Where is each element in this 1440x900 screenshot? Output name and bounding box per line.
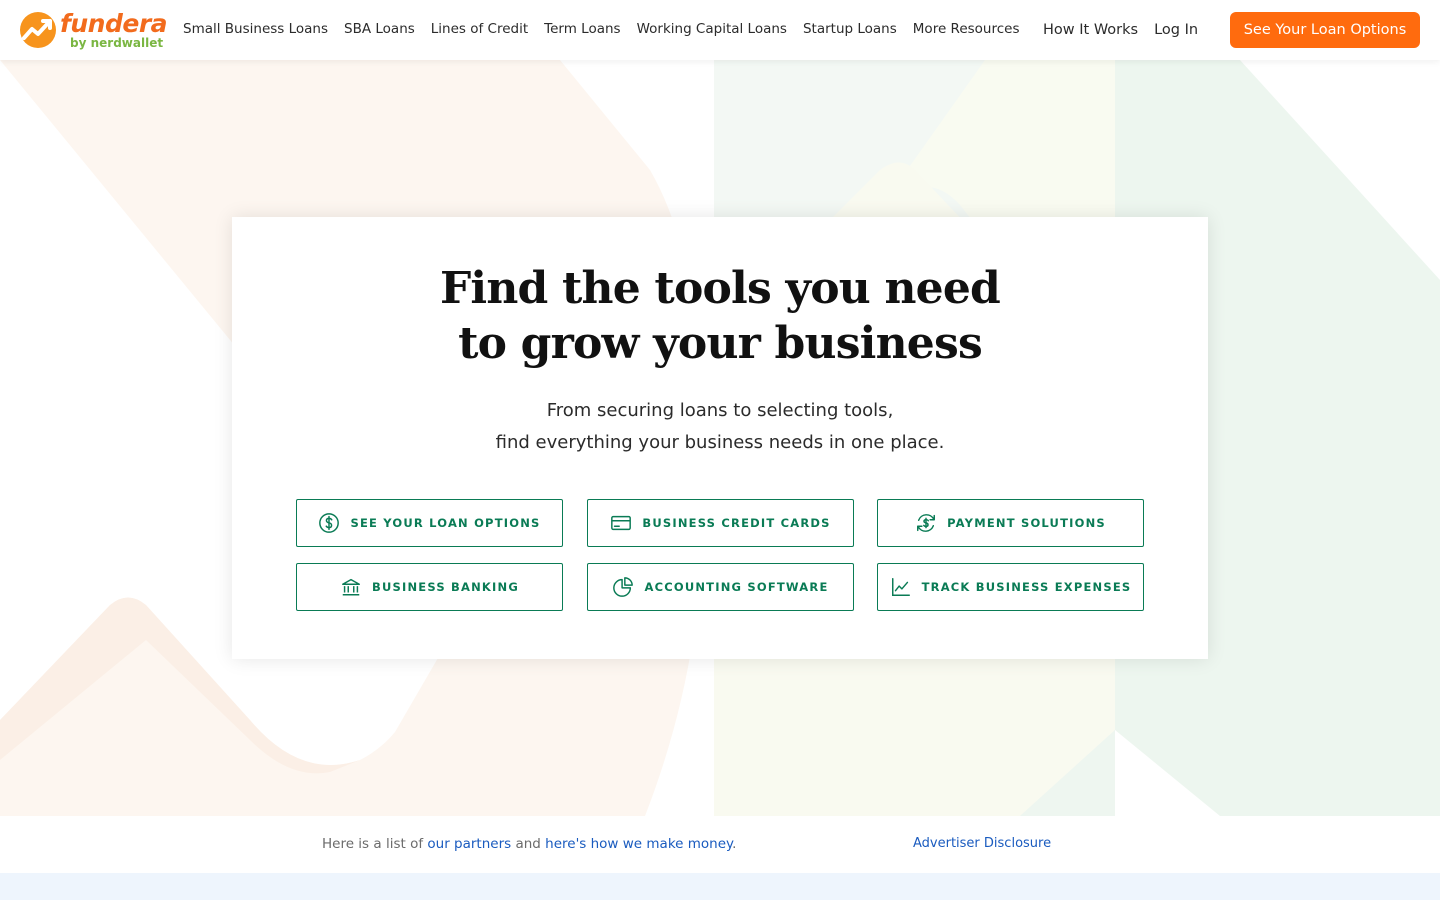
bottom-band [0,873,1440,900]
nav-sba-loans[interactable]: SBA Loans [344,21,415,37]
button-label: ACCOUNTING SOFTWARE [644,580,829,594]
accounting-software-button[interactable]: ACCOUNTING SOFTWARE [587,563,854,611]
page-subtitle: From securing loans to selecting tools, … [232,395,1208,459]
button-label: SEE YOUR LOAN OPTIONS [350,516,541,530]
subtitle-line-1: From securing loans to selecting tools, [546,400,894,421]
partners-disclosure-text: Here is a list of our partners and here'… [322,836,736,852]
how-we-make-money-link[interactable]: here's how we make money [545,836,732,852]
track-business-expenses-button[interactable]: TRACK BUSINESS EXPENSES [877,563,1144,611]
nav-term-loans[interactable]: Term Loans [544,21,620,37]
disclosure-suffix: . [732,836,737,852]
payment-solutions-button[interactable]: PAYMENT SOLUTIONS [877,499,1144,547]
logo-subtext: by nerdwallet [70,36,164,50]
log-in-link[interactable]: Log In [1154,22,1198,38]
bank-icon [342,578,360,596]
business-credit-cards-button[interactable]: BUSINESS CREDIT CARDS [587,499,854,547]
disclosure-bar: Here is a list of our partners and here'… [0,816,1440,873]
our-partners-link[interactable]: our partners [427,836,511,852]
dollar-cycle-icon [917,514,936,532]
line-chart-icon [891,578,910,596]
nav-lines-of-credit[interactable]: Lines of Credit [431,21,528,37]
subtitle-line-2: find everything your business needs in o… [495,432,945,453]
nav-small-business-loans[interactable]: Small Business Loans [183,21,328,37]
dollar-circle-icon [319,513,340,533]
business-banking-button[interactable]: BUSINESS BANKING [296,563,563,611]
pie-chart-icon [613,577,634,597]
site-header: fundera by nerdwallet Small Business Loa… [0,0,1440,60]
button-label: BUSINESS CREDIT CARDS [642,516,831,530]
tools-card: Find the tools you need to grow your bus… [232,217,1208,659]
advertiser-disclosure-link[interactable]: Advertiser Disclosure [913,836,1051,851]
page-title: Find the tools you need to grow your bus… [232,261,1208,371]
see-loan-options-button[interactable]: See Your Loan Options [1230,12,1420,48]
disclosure-middle: and [511,836,546,852]
credit-card-icon [611,515,632,531]
button-label: TRACK BUSINESS EXPENSES [921,580,1132,594]
title-line-2: to grow your business [458,318,983,369]
fundera-logo[interactable]: fundera by nerdwallet [19,9,169,51]
nav-startup-loans[interactable]: Startup Loans [803,21,897,37]
button-label: PAYMENT SOLUTIONS [947,516,1106,530]
main-nav: Small Business Loans SBA Loans Lines of … [183,0,1035,60]
nav-more-resources[interactable]: More Resources [913,21,1020,37]
account-nav: How It Works Log In [1043,0,1214,60]
see-your-loan-options-button[interactable]: SEE YOUR LOAN OPTIONS [296,499,563,547]
nav-working-capital-loans[interactable]: Working Capital Loans [637,21,787,37]
button-label: BUSINESS BANKING [372,580,519,594]
disclosure-prefix: Here is a list of [322,836,428,852]
fundera-logo-icon [20,12,56,48]
title-line-1: Find the tools you need [439,263,1001,314]
logo-wordmark: fundera [60,9,168,38]
how-it-works-link[interactable]: How It Works [1043,22,1138,38]
